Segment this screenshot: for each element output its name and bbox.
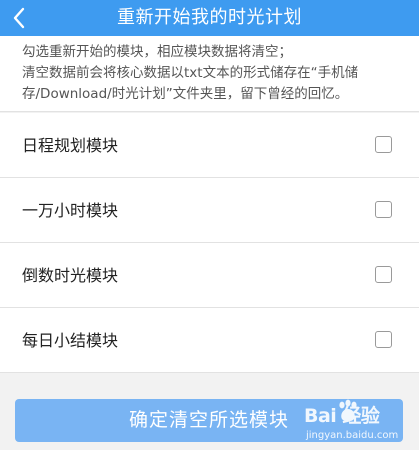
module-row-daily-summary[interactable]: 每日小结模块 xyxy=(0,308,419,373)
module-row-countdown[interactable]: 倒数时光模块 xyxy=(0,243,419,308)
module-list: 日程规划模块 一万小时模块 倒数时光模块 每日小结模块 xyxy=(0,113,419,373)
paw-icon xyxy=(339,399,357,422)
module-row-schedule[interactable]: 日程规划模块 xyxy=(0,113,419,178)
module-checkbox[interactable] xyxy=(375,136,392,153)
watermark-site: jingyan.baidu.com xyxy=(306,430,399,441)
notice-line-1: 勾选重新开始的模块，相应模块数据将清空； xyxy=(22,44,292,60)
baidu-jingyan-watermark: Bai 经验 jingyan.baidu.com xyxy=(302,397,418,449)
title-bar: 重新开始我的时光计划 xyxy=(0,0,419,36)
module-row-ten-thousand-hours[interactable]: 一万小时模块 xyxy=(0,178,419,243)
page-title: 重新开始我的时光计划 xyxy=(117,7,302,28)
module-label: 日程规划模块 xyxy=(22,136,119,155)
notice-line-2: 清空数据前会将核心数据以txt文本的形式储存在“手机储 xyxy=(22,65,359,81)
module-label: 倒数时光模块 xyxy=(22,266,119,285)
module-label: 每日小结模块 xyxy=(22,331,119,350)
module-checkbox[interactable] xyxy=(375,331,392,348)
notice-line-3: 存/Download/时光计划”文件夹里，留下曾经的回忆。 xyxy=(22,86,349,102)
module-checkbox[interactable] xyxy=(375,201,392,218)
module-label: 一万小时模块 xyxy=(22,201,119,220)
module-checkbox[interactable] xyxy=(375,266,392,283)
notice-panel: 勾选重新开始的模块，相应模块数据将清空； 清空数据前会将核心数据以txt文本的形… xyxy=(0,36,419,112)
